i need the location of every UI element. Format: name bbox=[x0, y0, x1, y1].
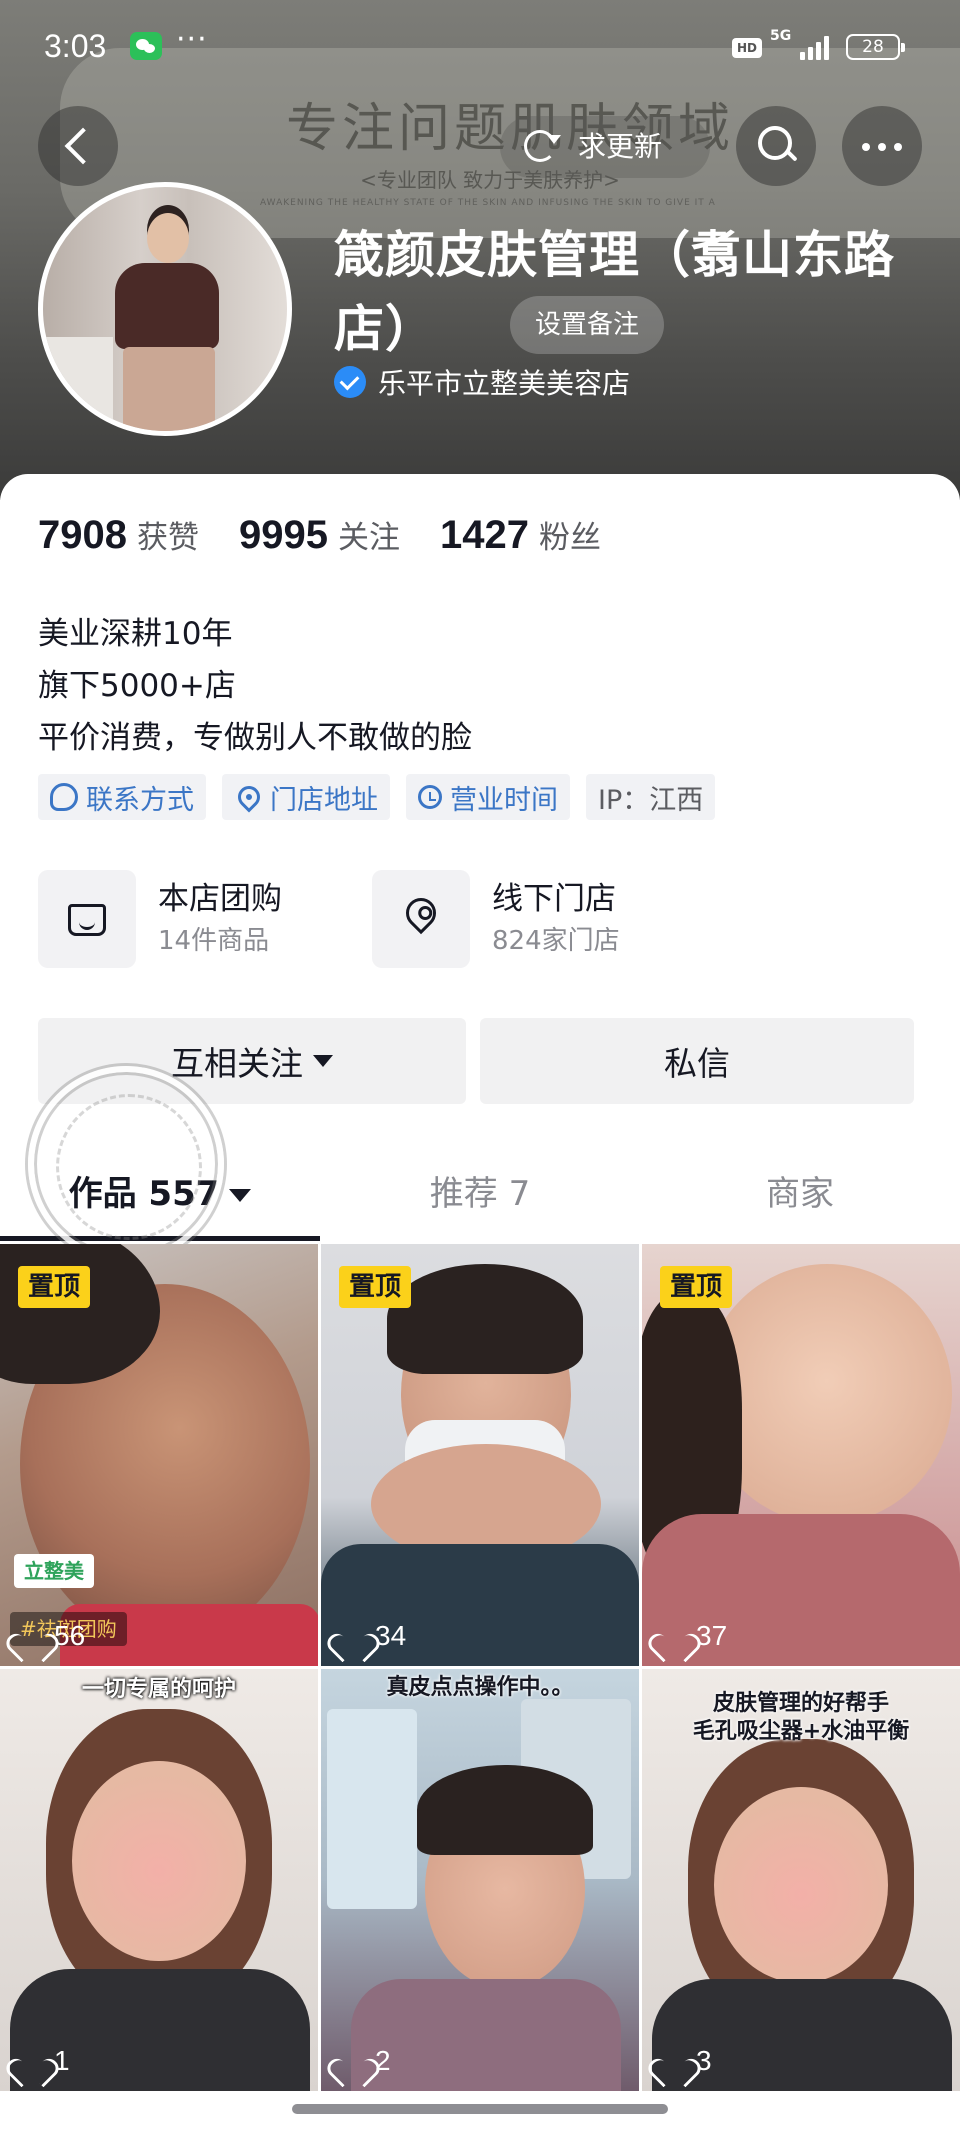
heart-icon bbox=[16, 1622, 46, 1650]
heart-icon bbox=[337, 2047, 367, 2075]
chevron-down-icon bbox=[229, 1189, 252, 1202]
home-indicator[interactable] bbox=[292, 2104, 668, 2114]
video-grid: 置顶 立整美 #祛斑团购 56 置顶 34 置顶 37 一切专属的呵护 1 真皮… bbox=[0, 1244, 960, 2096]
back-button[interactable] bbox=[38, 106, 118, 186]
contact-info-tag[interactable]: 联系方式 bbox=[38, 774, 206, 820]
video-likes: 34 bbox=[337, 1620, 406, 1652]
store-address-tag[interactable]: 门店地址 bbox=[222, 774, 390, 820]
video-likes-count: 34 bbox=[375, 1620, 407, 1651]
mutual-follow-label: 互相关注 bbox=[171, 1044, 303, 1083]
tab-merchant[interactable]: 商家 bbox=[640, 1150, 960, 1238]
bio-line: 平价消费，专做别人不敢做的脸 bbox=[38, 720, 472, 756]
network-type: 5G bbox=[770, 28, 792, 44]
request-update-button[interactable]: 求更新 bbox=[500, 116, 710, 178]
shop-bag-icon bbox=[68, 904, 106, 936]
following-count[interactable]: 9995 bbox=[239, 513, 328, 558]
likes-label[interactable]: 获赞 bbox=[137, 512, 199, 557]
verified-org-row[interactable]: 乐平市立整美美容店 bbox=[334, 364, 630, 400]
profile-bio: 美业深耕10年 旗下5000+店 平价消费，专做别人不敢做的脸 bbox=[38, 608, 472, 764]
following-label[interactable]: 关注 bbox=[338, 512, 400, 557]
phone-icon bbox=[50, 783, 78, 811]
video-caption: 真皮点点操作中。。 bbox=[386, 1675, 574, 1700]
followers-label[interactable]: 粉丝 bbox=[539, 512, 601, 557]
clock-icon bbox=[418, 785, 442, 809]
battery-icon: 28 bbox=[846, 34, 905, 60]
video-likes: 37 bbox=[658, 1620, 727, 1652]
video-thumbnail[interactable]: 置顶 37 bbox=[642, 1244, 960, 1666]
location-icon bbox=[399, 891, 443, 935]
refresh-icon bbox=[524, 130, 561, 162]
store-address-label: 门店地址 bbox=[270, 784, 378, 816]
offline-stores-count: 824家门店 bbox=[492, 926, 620, 956]
search-button[interactable] bbox=[736, 106, 816, 186]
more-options-button[interactable] bbox=[842, 106, 922, 186]
message-label: 私信 bbox=[664, 1044, 730, 1083]
video-thumbnail[interactable]: 一切专属的呵护 1 bbox=[0, 1669, 318, 2091]
video-thumbnail[interactable]: 置顶 立整美 #祛斑团购 56 bbox=[0, 1244, 318, 1666]
offline-stores-title: 线下门店 bbox=[492, 881, 616, 917]
video-likes-count: 56 bbox=[54, 1620, 86, 1651]
group-buy-entry[interactable]: 本店团购 14件商品 bbox=[38, 870, 282, 968]
offline-stores-entry[interactable]: 线下门店 824家门店 bbox=[372, 870, 620, 968]
video-likes-count: 37 bbox=[696, 1620, 728, 1651]
heart-icon bbox=[337, 1622, 367, 1650]
set-remark-button[interactable]: 设置备注 bbox=[510, 296, 664, 354]
watermark-seal bbox=[28, 1066, 224, 1262]
video-caption-line-2: 毛孔吸尘器+水油平衡 bbox=[692, 1719, 910, 1744]
verified-org-name: 乐平市立整美美容店 bbox=[378, 367, 631, 400]
video-likes: 56 bbox=[16, 1620, 85, 1652]
chevron-down-icon bbox=[313, 1055, 333, 1067]
status-time: 3:03 bbox=[44, 28, 107, 64]
ip-location-tag: IP：江西 bbox=[586, 774, 716, 820]
heart-icon bbox=[658, 1622, 688, 1650]
group-buy-count: 14件商品 bbox=[158, 926, 270, 956]
video-thumbnail[interactable]: 皮肤管理的好帮手 毛孔吸尘器+水油平衡 3 bbox=[642, 1669, 960, 2091]
request-update-label: 求更新 bbox=[578, 130, 663, 163]
wechat-notification-icon bbox=[130, 32, 162, 60]
video-likes: 2 bbox=[337, 2045, 391, 2077]
avatar[interactable] bbox=[38, 182, 292, 436]
group-buy-title: 本店团购 bbox=[158, 881, 282, 917]
group-buy-icon-box bbox=[38, 870, 136, 968]
heart-icon bbox=[16, 2047, 46, 2075]
contact-info-label: 联系方式 bbox=[86, 784, 194, 816]
bio-line: 美业深耕10年 bbox=[38, 616, 233, 652]
location-badge: 立整美 bbox=[14, 1554, 94, 1588]
business-hours-label: 营业时间 bbox=[450, 784, 558, 816]
video-likes: 1 bbox=[16, 2045, 70, 2077]
banner-fine-print: AWAKENING THE HEALTHY STATE OF THE SKIN … bbox=[260, 198, 720, 208]
location-pin-icon bbox=[233, 781, 265, 813]
bio-line: 旗下5000+店 bbox=[38, 668, 236, 704]
offline-stores-icon-box bbox=[372, 870, 470, 968]
heart-icon bbox=[658, 2047, 688, 2075]
hd-icon: HD bbox=[732, 38, 762, 58]
business-hours-tag[interactable]: 营业时间 bbox=[406, 774, 570, 820]
tab-recommend[interactable]: 推荐 7 bbox=[320, 1150, 640, 1238]
pinned-badge: 置顶 bbox=[339, 1266, 412, 1308]
message-button[interactable]: 私信 bbox=[480, 1018, 914, 1104]
likes-count[interactable]: 7908 bbox=[38, 513, 127, 558]
info-tags: 联系方式 门店地址 营业时间 IP：江西 bbox=[38, 774, 716, 820]
verified-check-icon bbox=[334, 366, 366, 398]
status-more-dots: ··· bbox=[176, 22, 208, 57]
video-thumbnail[interactable]: 置顶 34 bbox=[321, 1244, 639, 1666]
profile-stats: 7908 获赞 9995 关注 1427 粉丝 bbox=[38, 512, 641, 562]
signal-icon bbox=[800, 34, 834, 60]
pinned-badge: 置顶 bbox=[18, 1266, 91, 1308]
video-thumbnail[interactable]: 真皮点点操作中。。 2 bbox=[321, 1669, 639, 2091]
video-likes: 3 bbox=[658, 2045, 712, 2077]
video-caption: 一切专属的呵护 bbox=[81, 1677, 236, 1702]
followers-count[interactable]: 1427 bbox=[440, 513, 529, 558]
pinned-badge: 置顶 bbox=[660, 1266, 733, 1308]
